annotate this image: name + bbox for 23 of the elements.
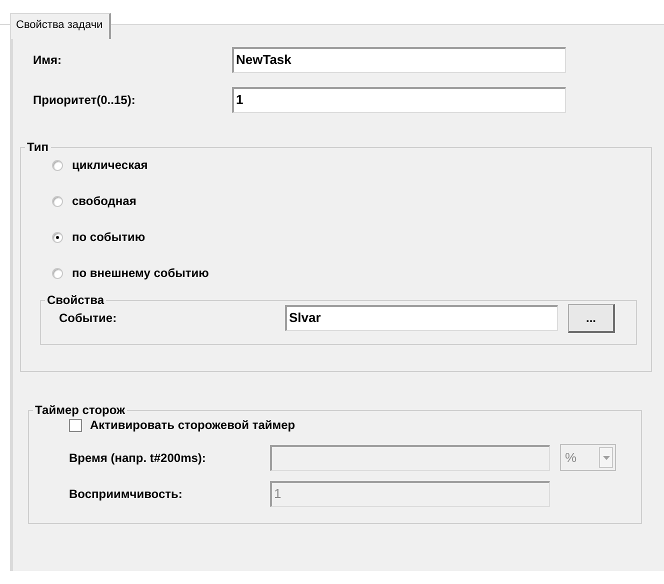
- field-label: Приоритет(0..15):: [33, 93, 136, 107]
- radio-button[interactable]: [52, 232, 63, 242]
- group-title: Свойства: [46, 293, 106, 307]
- radio-button[interactable]: [52, 160, 63, 170]
- radio-label[interactable]: по внешнему событию: [72, 266, 209, 280]
- radio-label[interactable]: по событию: [72, 230, 146, 244]
- field-label: Время (напр. t#200ms):: [69, 450, 207, 464]
- checkbox[interactable]: [69, 418, 82, 432]
- group-title: Таймер сторож: [34, 403, 126, 417]
- radio-label[interactable]: свободная: [72, 194, 136, 208]
- text-field[interactable]: 1: [232, 87, 566, 113]
- browse-button[interactable]: ...: [568, 304, 615, 332]
- text-field[interactable]: NewTask: [232, 47, 566, 73]
- field-label: Восприимчивость:: [69, 486, 184, 500]
- field-label: Имя:: [33, 53, 62, 67]
- radio-label[interactable]: циклическая: [72, 158, 148, 172]
- radio-button[interactable]: [52, 196, 63, 206]
- text-field[interactable]: Slvar: [285, 305, 558, 331]
- checkbox-label[interactable]: Активировать сторожевой таймер: [90, 418, 296, 432]
- radio-button[interactable]: [52, 268, 63, 278]
- field-label: Событие:: [58, 311, 118, 325]
- tab[interactable]: Свойства задачи: [10, 13, 111, 39]
- group-title: Тип: [26, 140, 50, 154]
